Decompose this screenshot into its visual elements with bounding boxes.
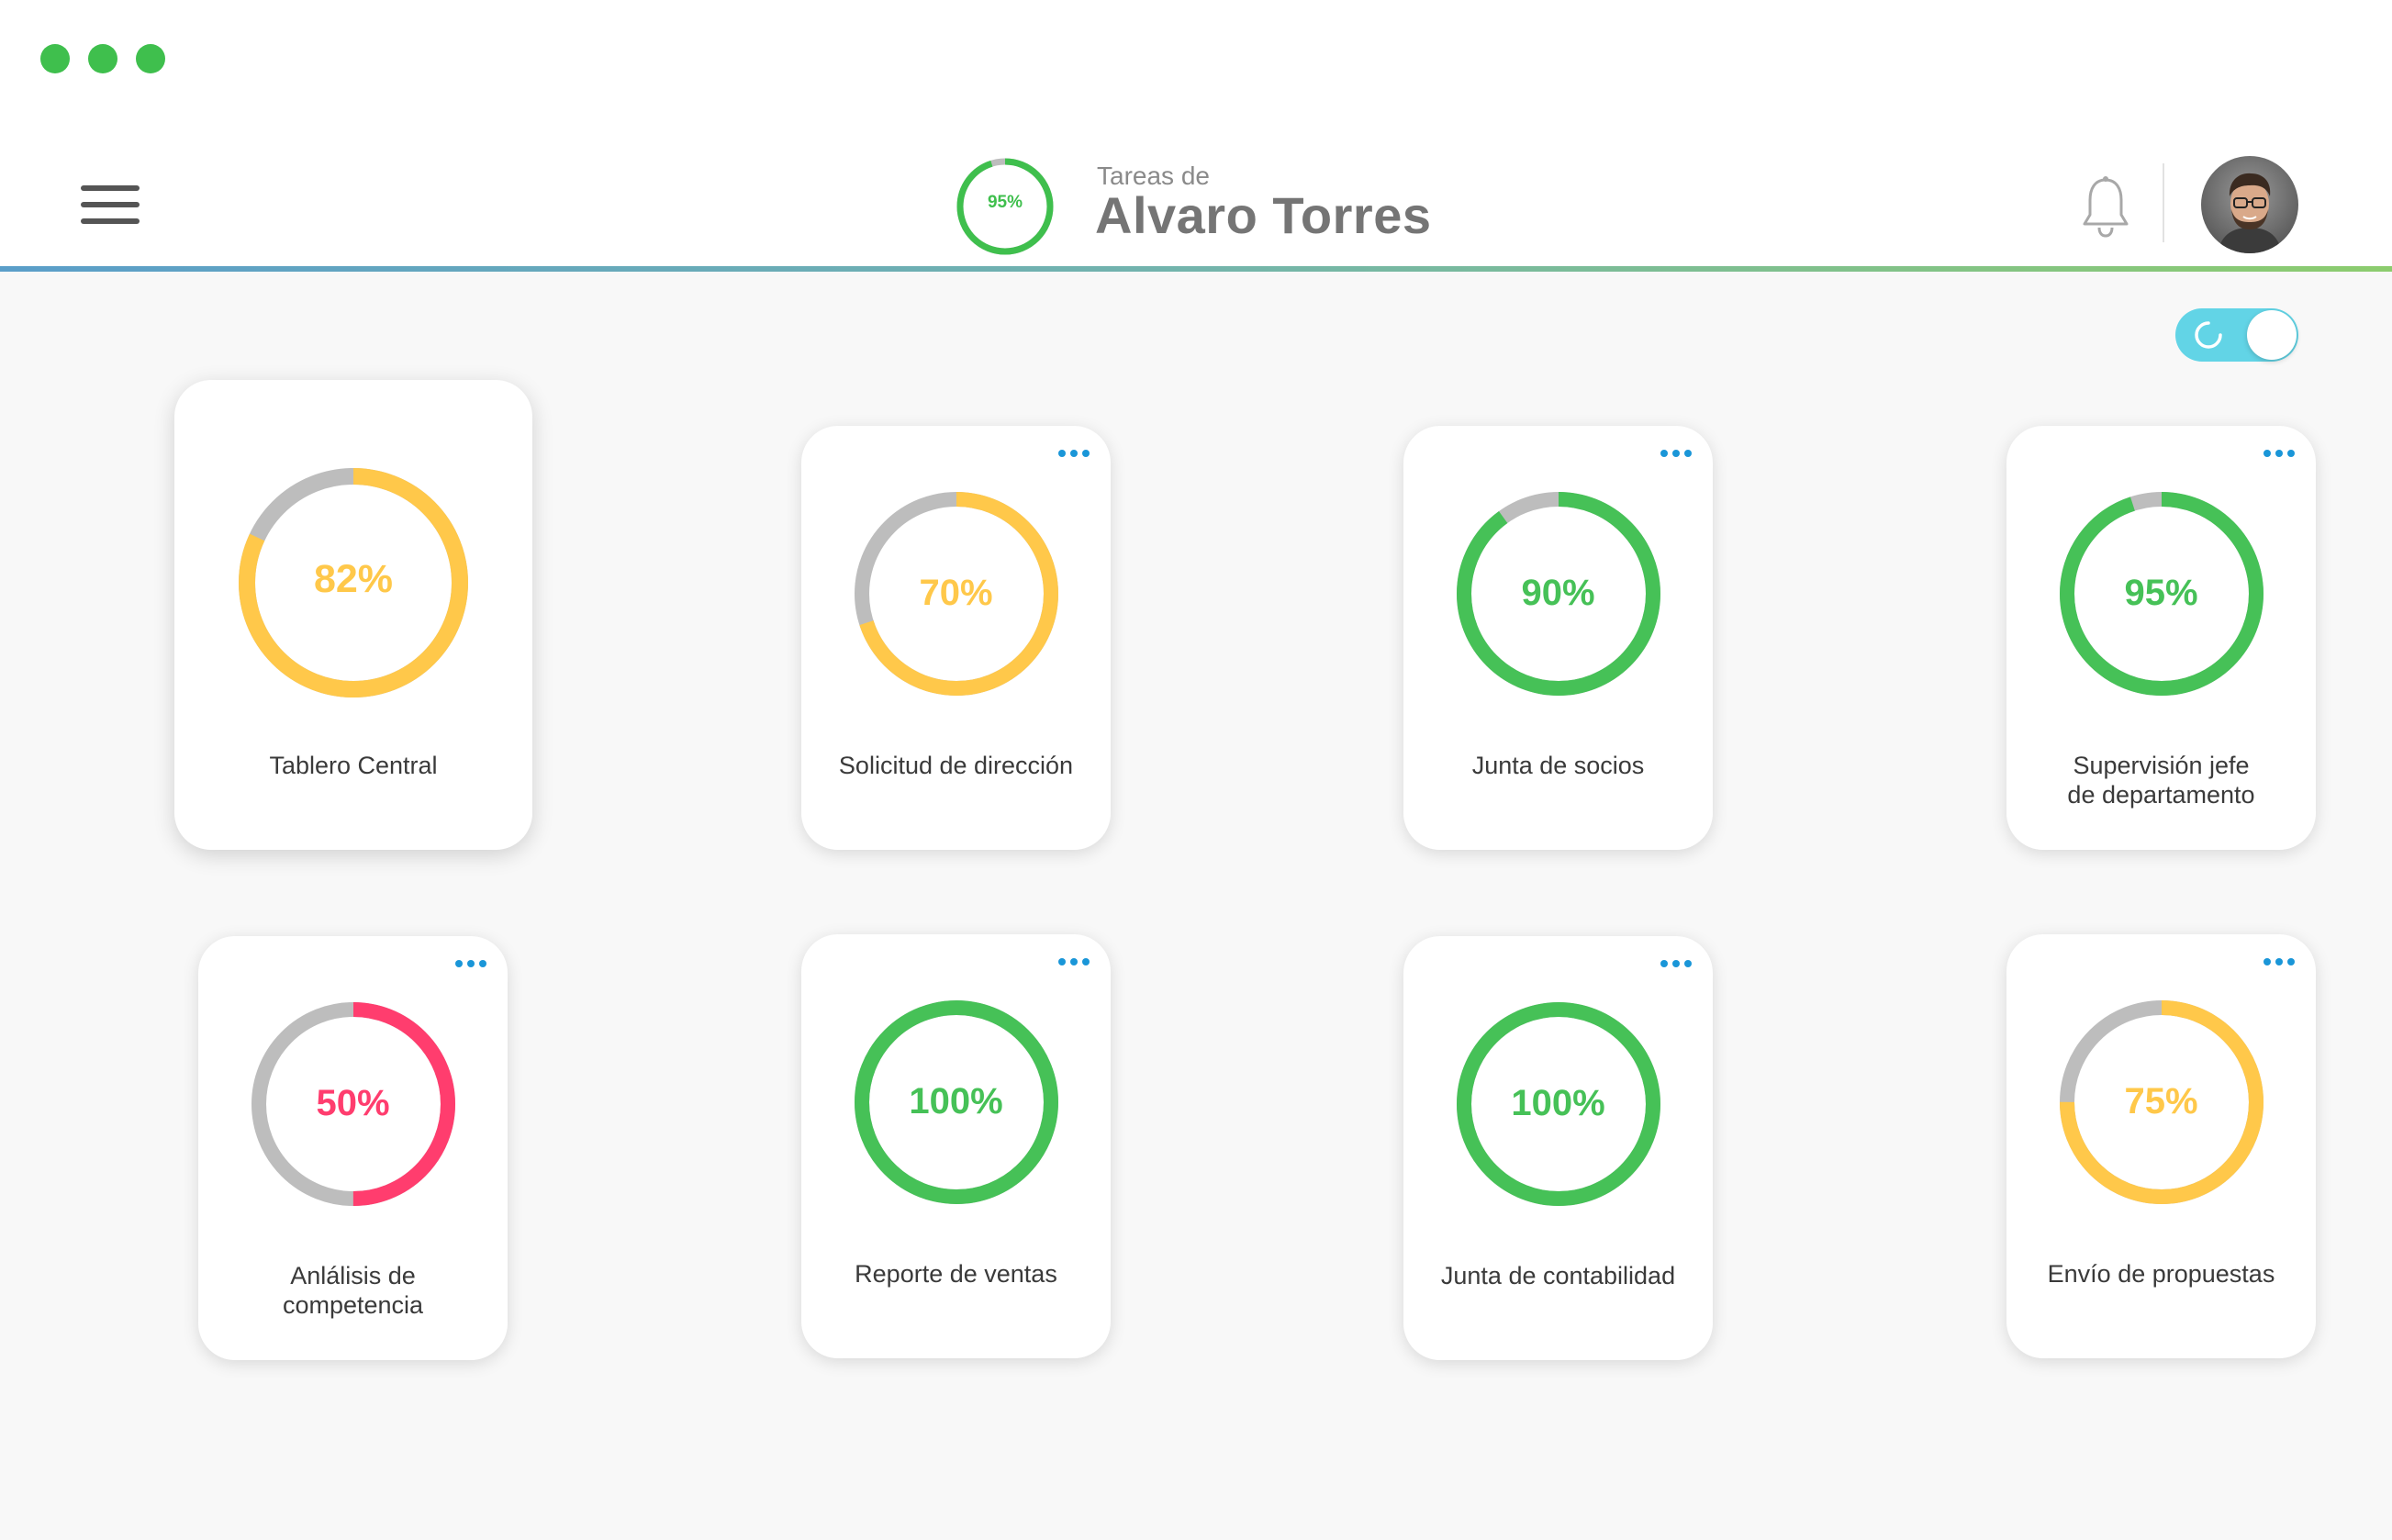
progress-percent-label: 75%: [2124, 1081, 2198, 1122]
task-label: Envío de propuestas: [2047, 1260, 2275, 1288]
task-card-junta-de-contabilidad[interactable]: 100% Junta de contabilidad: [1403, 936, 1713, 1360]
more-options-icon[interactable]: [1056, 953, 1092, 971]
task-card-reporte-de-ventas[interactable]: 100% Reporte de ventas: [801, 934, 1111, 1358]
hamburger-menu-icon[interactable]: [81, 185, 140, 224]
progress-percent-label: 100%: [909, 1081, 1003, 1122]
progress-percent-label: 82%: [313, 557, 394, 601]
task-label: Junta de socios: [1471, 752, 1645, 779]
progress-percent-label: 100%: [1511, 1083, 1605, 1123]
task-label: Supervisión jefe de departamento: [2067, 752, 2255, 809]
task-label: Reporte de ventas: [855, 1260, 1057, 1288]
task-card-envio-de-propuestas[interactable]: 75% Envío de propuestas: [2006, 934, 2316, 1358]
task-label: Tablero Central: [269, 752, 438, 779]
task-label: Junta de contabilidad: [1440, 1262, 1676, 1289]
window-close-dot[interactable]: [40, 44, 70, 73]
progress-percent-label: 50%: [316, 1083, 390, 1123]
window-maximize-dot[interactable]: [136, 44, 165, 73]
task-card-supervision-jefe-de-departamento[interactable]: 95% Supervisión jefe de departamento: [2006, 426, 2316, 850]
bell-icon[interactable]: [2080, 174, 2131, 240]
task-label: Anlálisis de competencia: [282, 1262, 424, 1319]
progress-percent-label: 95%: [2124, 573, 2198, 613]
window-controls: [40, 44, 165, 73]
more-options-icon[interactable]: [453, 954, 489, 973]
more-options-icon[interactable]: [2261, 953, 2297, 971]
progress-percent-label: 90%: [1521, 573, 1595, 613]
task-card-anlalisis-de-competencia[interactable]: 50% Anlálisis de competencia: [198, 936, 508, 1360]
user-avatar[interactable]: [2201, 156, 2298, 253]
more-options-icon[interactable]: [2261, 444, 2297, 463]
task-card-solicitud-de-direccion[interactable]: 70% Solicitud de dirección: [801, 426, 1111, 850]
window-minimize-dot[interactable]: [88, 44, 117, 73]
task-label: Solicitud de dirección: [838, 752, 1074, 779]
progress-percent-label: 70%: [919, 573, 993, 613]
view-toggle-switch[interactable]: [2175, 308, 2298, 362]
more-options-icon[interactable]: [1056, 444, 1092, 463]
task-card-tablero-central[interactable]: 82% Tablero Central: [174, 380, 532, 850]
more-options-icon[interactable]: [1658, 954, 1694, 973]
task-card-junta-de-socios[interactable]: 90% Junta de socios: [1403, 426, 1713, 850]
refresh-icon: [2195, 321, 2222, 349]
header-divider: [2163, 163, 2164, 242]
overall-progress-label: 95%: [987, 193, 1023, 212]
top-header: 95% Tareas de Alvaro Torres: [0, 128, 2392, 268]
user-name-title: Alvaro Torres: [1095, 186, 1432, 244]
more-options-icon[interactable]: [1658, 444, 1694, 463]
toggle-knob[interactable]: [2247, 310, 2297, 360]
